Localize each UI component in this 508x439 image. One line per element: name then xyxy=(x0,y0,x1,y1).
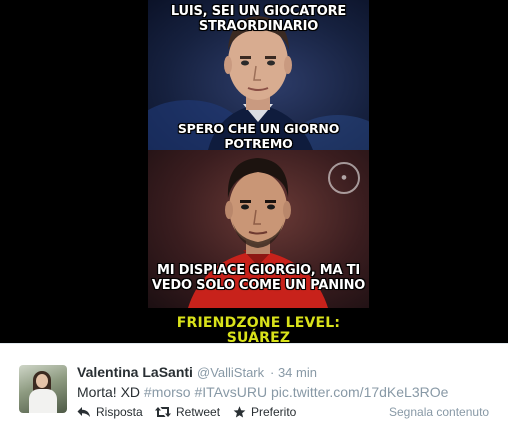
avatar[interactable] xyxy=(19,365,67,413)
meme-panel-caption: Friendzone level: Suárez xyxy=(148,308,369,343)
favorite-icon xyxy=(233,406,246,418)
meme-caption-top: Luis, sei un giocatore straordinario xyxy=(170,4,347,34)
meme-image[interactable]: Luis, sei un giocatore straordinario Spe… xyxy=(148,0,369,343)
retweet-icon xyxy=(155,407,171,417)
hashtag-morso[interactable]: #morso xyxy=(144,384,191,400)
report-content-link[interactable]: Segnala contenuto xyxy=(389,405,489,419)
tweet-text-plain: Morta! XD xyxy=(77,384,141,400)
meme-caption-level: Friendzone level: Suárez xyxy=(176,315,341,344)
meme-caption-bottom: Mi dispiace Giorgio, ma ti vedo solo com… xyxy=(151,263,366,293)
author-name[interactable]: Valentina LaSanti xyxy=(77,364,193,380)
pic-link[interactable]: pic.twitter.com/17dKeL3ROe xyxy=(271,384,448,400)
retweet-label: Retweet xyxy=(176,405,221,419)
tweet-text: Morta! XD #morso #ITAvsURU pic.twitter.c… xyxy=(77,384,448,400)
retweet-button[interactable]: Retweet xyxy=(155,405,220,419)
meme-caption-middle: Spero che un giorno potremo giocare in s… xyxy=(177,121,340,150)
favorite-label: Preferito xyxy=(251,405,297,419)
reply-label: Risposta xyxy=(96,405,143,419)
meme-panel-top: Luis, sei un giocatore straordinario Spe… xyxy=(148,0,369,150)
tweet-timestamp[interactable]: · 34 min xyxy=(270,365,317,380)
favorite-button[interactable]: Preferito xyxy=(233,405,296,419)
author-handle[interactable]: @ValliStark xyxy=(197,365,264,380)
reply-button[interactable]: Risposta xyxy=(77,405,143,419)
hashtag-itavsuru[interactable]: #ITAvsURU xyxy=(194,384,267,400)
meme-panel-bottom: ● Mi dispiace Giorgio, ma ti vedo solo c… xyxy=(148,150,369,308)
media-frame: Luis, sei un giocatore straordinario Spe… xyxy=(0,0,508,343)
watermark-icon: ● xyxy=(328,162,360,194)
tweet-card: Valentina LaSanti @ValliStark · 34 min M… xyxy=(0,343,508,439)
reply-icon xyxy=(77,407,90,417)
